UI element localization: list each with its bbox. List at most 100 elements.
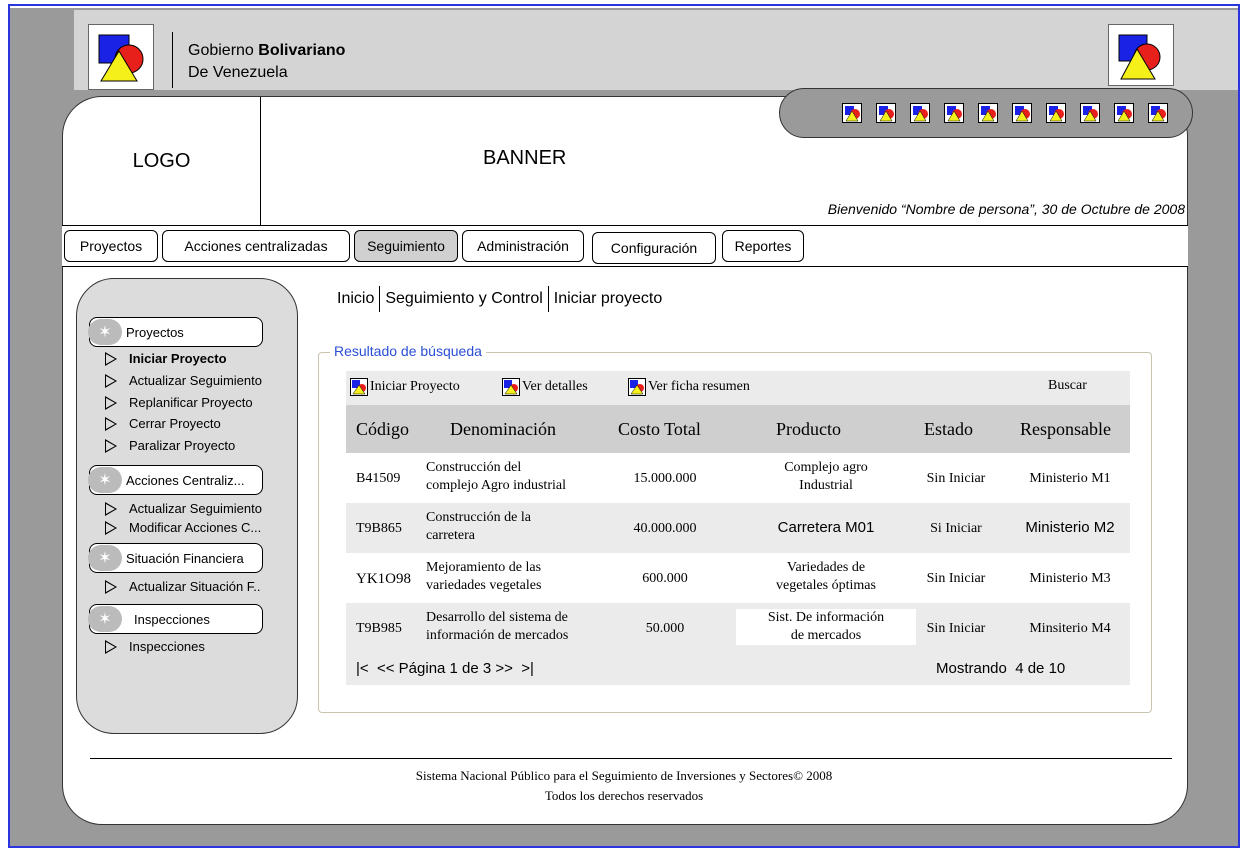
column-header-responsable: Responsable: [1020, 419, 1111, 439]
sidebar-item-cerrar-proyecto[interactable]: Cerrar Proyecto: [105, 416, 221, 431]
quick-access-icon[interactable]: [978, 103, 998, 123]
sidebar-item-label: Cerrar Proyecto: [129, 416, 221, 431]
column-header-codigo: Código: [356, 419, 410, 439]
quick-icon-bar: [779, 88, 1193, 138]
menu-reportes[interactable]: Reportes: [722, 230, 804, 262]
triangle-right-icon: [105, 639, 117, 654]
cell-denominacion: Construcción de la carretera: [426, 510, 531, 543]
cell-estado: Sin Iniciar: [926, 621, 986, 636]
cell-costo: 50.000: [645, 621, 685, 636]
toolbar-label: Iniciar Proyecto: [370, 379, 460, 394]
quick-access-icon[interactable]: [1012, 103, 1032, 123]
sidebar-item-paralizar-proyecto[interactable]: Paralizar Proyecto: [105, 438, 235, 453]
ver-ficha-resumen-button[interactable]: Ver ficha resumen: [628, 378, 750, 396]
cell-estado: Si Iniciar: [930, 521, 982, 536]
cell-denominacion: Mejoramiento de las variedades vegetales: [426, 560, 542, 593]
triangle-right-icon: [105, 438, 117, 453]
column-header-denominacion: Denominación: [450, 419, 556, 439]
cell-producto: Complejo agro Industrial: [784, 460, 868, 493]
sidebar-section-proyectos[interactable]: ✶ Proyectos: [88, 317, 263, 347]
triangle-right-icon: [105, 520, 117, 535]
breadcrumb-separator: [547, 286, 549, 312]
triangle-right-icon: [105, 395, 117, 410]
star-icon: ✶: [88, 467, 122, 493]
cell-codigo: B41509: [356, 471, 401, 486]
sidebar: ✶ Proyectos Iniciar Proyecto Actualizar …: [76, 278, 298, 734]
cell-producto: Sist. De información de mercados: [736, 609, 916, 645]
sidebar-item-actualizar-situacion[interactable]: Actualizar Situación F..: [105, 579, 261, 594]
star-icon: ✶: [88, 545, 122, 571]
ver-detalles-button[interactable]: Ver detalles: [502, 378, 588, 396]
sidebar-section-label: Proyectos: [126, 324, 184, 340]
sidebar-section-situacion-financiera[interactable]: ✶ Situación Financiera: [88, 543, 263, 573]
buscar-button[interactable]: Buscar: [1048, 378, 1087, 394]
table-row[interactable]: T9B985 Desarrollo del sistema de informac…: [346, 603, 1130, 653]
menu-configuracion[interactable]: Configuración: [592, 232, 716, 264]
sidebar-section-label: Situación Financiera: [126, 550, 244, 566]
sidebar-item-replanificar-proyecto[interactable]: Replanificar Proyecto: [105, 395, 253, 410]
breadcrumb: Inicio Seguimiento y Control Iniciar pro…: [337, 286, 662, 312]
cell-responsable: Minsiterio M4: [1029, 621, 1111, 636]
logo-shapes-icon: [88, 24, 154, 90]
toolbar-label: Ver detalles: [522, 379, 588, 394]
menu-seguimiento[interactable]: Seguimiento: [354, 230, 458, 262]
table-row[interactable]: YK1O98 Mejoramiento de las variedades veg…: [346, 553, 1130, 603]
sidebar-item-label: Inspecciones: [129, 639, 205, 654]
summary-icon: [628, 378, 646, 396]
sidebar-item-actualizar-seguimiento[interactable]: Actualizar Seguimiento: [105, 373, 262, 388]
quick-access-icon[interactable]: [1114, 103, 1134, 123]
sidebar-item-modificar-acciones[interactable]: Modificar Acciones C...: [105, 520, 261, 535]
footer-divider: [90, 758, 1172, 759]
government-logo: [88, 24, 154, 90]
pagination-controls[interactable]: |< << Página 1 de 3 >> >|: [356, 660, 534, 677]
sidebar-item-label: Modificar Acciones C...: [129, 520, 262, 535]
welcome-message: Bienvenido “Nombre de persona”, 30 de Oc…: [827, 201, 1185, 217]
project-icon: [350, 378, 368, 396]
iniciar-proyecto-button[interactable]: Iniciar Proyecto: [350, 378, 460, 396]
cell-costo: 40.000.000: [633, 521, 697, 536]
quick-access-icon[interactable]: [944, 103, 964, 123]
sidebar-item-label: Replanificar Proyecto: [129, 395, 253, 410]
table-row[interactable]: B41509 Construcción del complejo Agro ind…: [346, 453, 1130, 503]
sidebar-item-actualizar-seguimiento-acciones[interactable]: Actualizar Seguimiento: [105, 501, 262, 516]
quick-access-icon[interactable]: [1046, 103, 1066, 123]
quick-access-icon[interactable]: [1080, 103, 1100, 123]
sidebar-item-inspecciones[interactable]: Inspecciones: [105, 639, 205, 654]
cell-estado: Sin Iniciar: [926, 571, 986, 586]
breadcrumb-current: Iniciar proyecto: [553, 290, 663, 307]
table-header: Código Denominación Costo Total Producto…: [346, 405, 1130, 453]
breadcrumb-inicio[interactable]: Inicio: [337, 290, 374, 308]
cell-costo: 600.000: [642, 571, 688, 586]
sidebar-item-label: Actualizar Situación F..: [129, 579, 261, 594]
sidebar-section-label: Acciones Centraliz...: [126, 472, 245, 488]
triangle-right-icon: [105, 579, 117, 594]
cell-denominacion: Construcción del complejo Agro industrial: [426, 460, 566, 493]
menu-proyectos[interactable]: Proyectos: [64, 230, 158, 262]
column-header-estado: Estado: [924, 419, 973, 439]
star-icon: ✶: [88, 606, 122, 632]
table-row[interactable]: T9B865 Construcción de la carretera 40.00…: [346, 503, 1130, 553]
sidebar-item-label: Iniciar Proyecto: [129, 351, 227, 366]
sidebar-section-label: Inspecciones: [134, 611, 210, 627]
sidebar-item-iniciar-proyecto[interactable]: Iniciar Proyecto: [105, 351, 227, 366]
sidebar-item-label: Actualizar Seguimiento: [129, 501, 262, 516]
sidebar-section-acciones[interactable]: ✶ Acciones Centraliz...: [88, 465, 263, 495]
quick-access-icon[interactable]: [1148, 103, 1168, 123]
footer-rights: Todos los derechos reservados: [544, 788, 704, 803]
logo-shapes-icon: [1108, 24, 1174, 86]
menu-acciones-centralizadas[interactable]: Acciones centralizadas: [162, 230, 350, 262]
sidebar-item-label: Paralizar Proyecto: [129, 438, 236, 453]
pagination-bar: |< << Página 1 de 3 >> >| Mostrando 4 de…: [346, 653, 1130, 685]
triangle-right-icon: [105, 501, 117, 516]
triangle-right-icon: [105, 416, 117, 431]
triangle-right-icon: [105, 373, 117, 388]
menu-administracion[interactable]: Administración: [462, 230, 584, 262]
sidebar-section-inspecciones[interactable]: ✶ Inspecciones: [88, 604, 263, 634]
quick-access-icon[interactable]: [876, 103, 896, 123]
cell-estado: Sin Iniciar: [926, 471, 986, 486]
toolbar-label: Ver ficha resumen: [648, 379, 750, 394]
breadcrumb-seguimiento[interactable]: Seguimiento y Control: [385, 290, 542, 308]
quick-access-icon[interactable]: [842, 103, 862, 123]
quick-access-icon[interactable]: [910, 103, 930, 123]
header-divider: [172, 32, 173, 88]
